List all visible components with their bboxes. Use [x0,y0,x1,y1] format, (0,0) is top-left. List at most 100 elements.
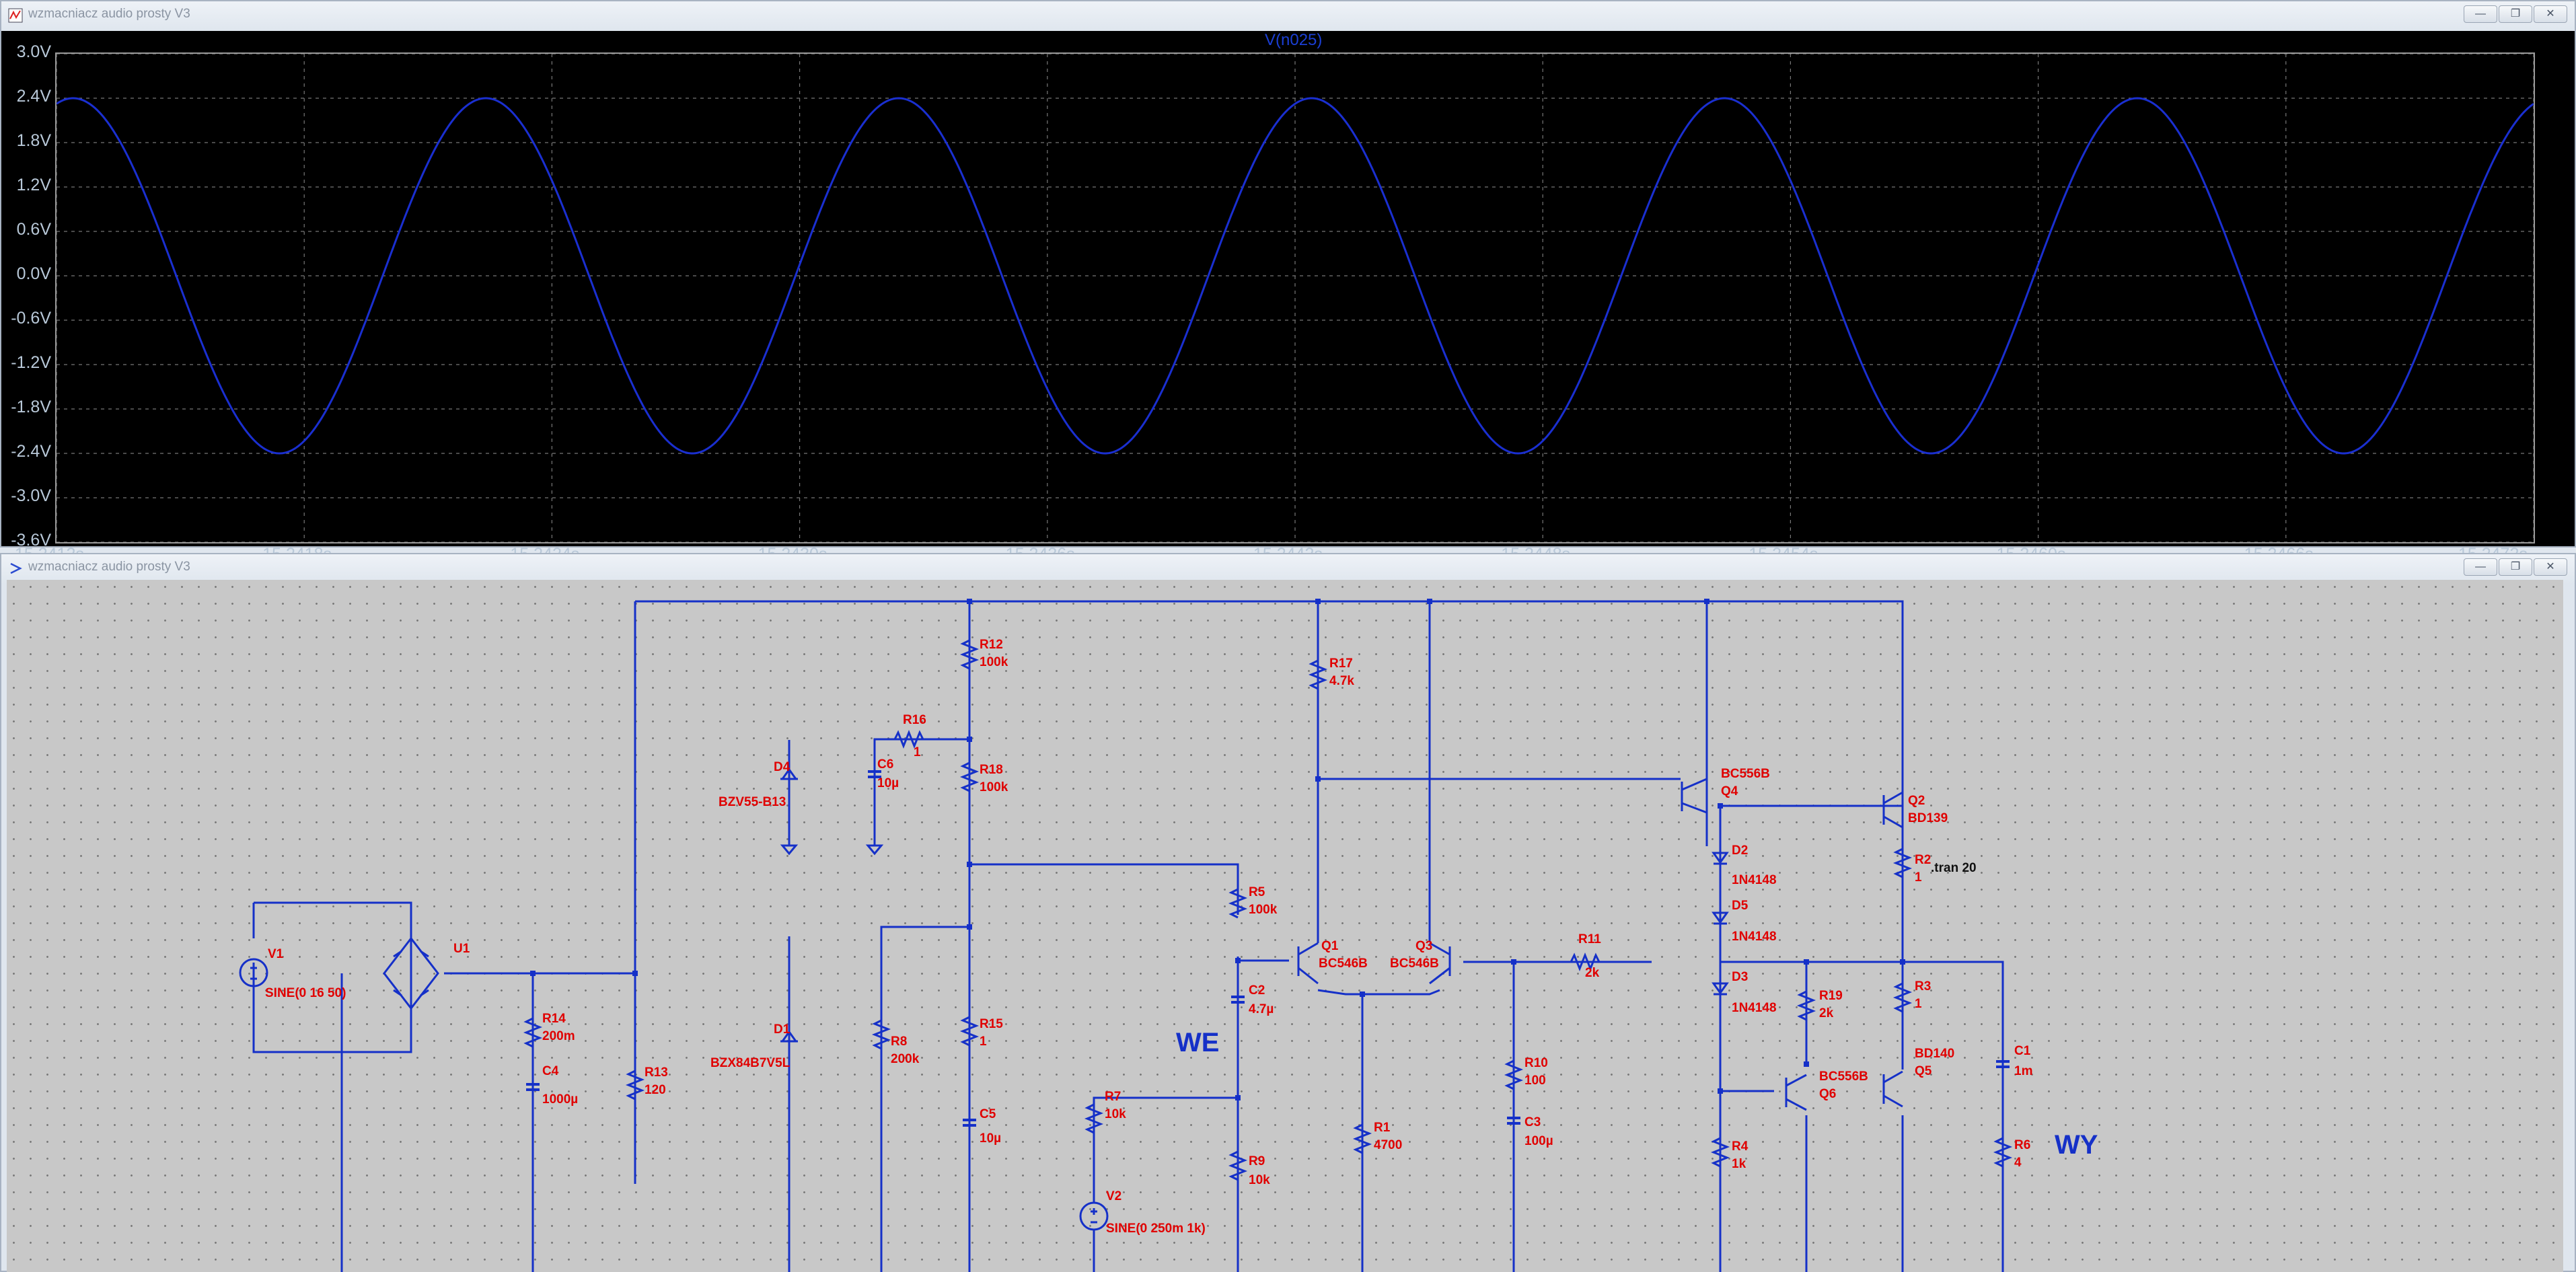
r6-value[interactable]: 4 [2014,1156,2022,1170]
r2-name[interactable]: R2 [1915,853,1931,868]
q6-value[interactable]: BC556B [1819,1070,1868,1084]
q1-name[interactable]: Q1 [1321,939,1338,954]
r12-value[interactable]: 100k [980,655,1008,670]
c5-value[interactable]: 10µ [980,1131,1001,1146]
r5-value[interactable]: 100k [1249,903,1277,918]
r19-value[interactable]: 2k [1819,1006,1833,1021]
r14-value[interactable]: 200m [542,1029,575,1044]
r17-name[interactable]: R17 [1329,657,1353,671]
r18-name[interactable]: R18 [980,763,1003,778]
r1-value[interactable]: 4700 [1374,1138,1402,1153]
c3-name[interactable]: C3 [1524,1115,1541,1130]
r1-name[interactable]: R1 [1374,1121,1390,1135]
c6-value[interactable]: 10µ [877,776,899,791]
r11-value[interactable]: 2k [1585,966,1599,981]
c3-value[interactable]: 100µ [1524,1134,1553,1149]
schematic-minimize-button[interactable]: — [2464,558,2497,576]
q2-value[interactable]: BD139 [1908,811,1948,826]
r7-name[interactable]: R7 [1105,1090,1121,1105]
c4-value[interactable]: 1000µ [542,1092,578,1107]
d2-name[interactable]: D2 [1732,844,1748,858]
plot-area[interactable] [55,52,2535,544]
d5-value[interactable]: 1N4148 [1732,930,1777,944]
c2-name[interactable]: C2 [1249,983,1265,998]
q6-name[interactable]: Q6 [1819,1087,1836,1102]
d3-value[interactable]: 1N4148 [1732,1001,1777,1016]
minimize-button[interactable]: — [2464,5,2497,23]
q3-name[interactable]: Q3 [1415,939,1432,954]
y-tick-label: -1.2V [11,353,51,372]
r13-value[interactable]: 120 [645,1083,666,1098]
spice-directive[interactable]: .tran 20 [1931,861,1977,876]
r17-value[interactable]: 4.7k [1329,674,1354,689]
close-button[interactable]: ✕ [2534,5,2567,23]
schematic-restore-button[interactable]: ❐ [2499,558,2532,576]
r13-name[interactable]: R13 [645,1065,668,1080]
r9-name[interactable]: R9 [1249,1154,1265,1169]
v1-name[interactable]: V1 [268,947,283,962]
waveform-titlebar[interactable]: wzmacniacz audio prosty V3 — ❐ ✕ [1,1,2575,31]
v1-value[interactable]: SINE(0 16 50) [265,986,346,1001]
r16-value[interactable]: 1 [914,745,921,760]
r15-name[interactable]: R15 [980,1017,1003,1032]
r3-name[interactable]: R3 [1915,979,1931,994]
waveform-window: wzmacniacz audio prosty V3 — ❐ ✕ V(n025)… [0,0,2576,564]
r4-name[interactable]: R4 [1732,1139,1748,1154]
r9-value[interactable]: 10k [1249,1173,1270,1188]
y-tick-label: -1.8V [11,398,51,416]
r4-value[interactable]: 1k [1732,1157,1746,1172]
input-net-label[interactable]: WE [1176,1028,1219,1058]
v2-name[interactable]: V2 [1106,1189,1121,1204]
y-tick-label: 0.6V [16,220,51,239]
y-tick-label: -3.0V [11,486,51,505]
u1-name[interactable]: U1 [453,942,470,957]
r10-value[interactable]: 100 [1524,1074,1546,1088]
schematic-canvas[interactable]: V1 SINE(0 16 50) U1 R14 200m C4 1000µ R1… [7,580,2563,1272]
r8-value[interactable]: 200k [891,1052,919,1067]
q4-value[interactable]: BC556B [1721,767,1770,782]
r15-value[interactable]: 1 [980,1035,987,1049]
q5-name[interactable]: Q5 [1915,1064,1931,1079]
schematic-close-button[interactable]: ✕ [2534,558,2567,576]
waveform-app-icon [8,8,23,23]
d5-name[interactable]: D5 [1732,899,1748,913]
v2-value[interactable]: SINE(0 250m 1k) [1106,1222,1206,1236]
q1-value[interactable]: BC546B [1319,957,1368,971]
r5-name[interactable]: R5 [1249,885,1265,900]
r12-name[interactable]: R12 [980,638,1003,652]
r7-value[interactable]: 10k [1105,1107,1126,1122]
q2-name[interactable]: Q2 [1908,794,1925,809]
d2-value[interactable]: 1N4148 [1732,873,1777,888]
r18-value[interactable]: 100k [980,780,1008,795]
q4-name[interactable]: Q4 [1721,784,1738,799]
c5-name[interactable]: C5 [980,1107,996,1122]
d4-value[interactable]: BZV55-B13 [719,795,786,810]
restore-button[interactable]: ❐ [2499,5,2532,23]
r16-name[interactable]: R16 [903,713,926,728]
r11-name[interactable]: R11 [1578,932,1601,947]
d1-value[interactable]: BZX84B7V5L [710,1056,790,1071]
q3-value[interactable]: BC546B [1390,957,1439,971]
r3-value[interactable]: 1 [1915,997,1922,1012]
r8-name[interactable]: R8 [891,1035,907,1049]
r10-name[interactable]: R10 [1524,1056,1548,1071]
d4-name[interactable]: D4 [774,760,790,775]
c1-value[interactable]: 1m [2014,1064,2032,1079]
r2-value[interactable]: 1 [1915,870,1922,885]
output-net-label[interactable]: WY [2055,1130,2098,1160]
c2-value[interactable]: 4.7µ [1249,1002,1274,1017]
r6-name[interactable]: R6 [2014,1138,2030,1153]
r14-name[interactable]: R14 [542,1012,566,1026]
q5-value[interactable]: BD140 [1915,1047,1954,1061]
plot-pane[interactable]: V(n025) 3.0V 2.4V 1.8V 1.2V 0.6V 0.0V -0.6V -1.… [1,31,2575,564]
y-tick-label: -0.6V [11,309,51,328]
c6-name[interactable]: C6 [877,757,893,772]
d3-name[interactable]: D3 [1732,970,1748,985]
trace-label[interactable]: V(n025) [1265,31,1322,50]
c1-name[interactable]: C1 [2014,1044,2030,1059]
schematic-window-title: wzmacniacz audio prosty V3 [28,560,190,574]
c4-name[interactable]: C4 [542,1064,558,1079]
d1-name[interactable]: D1 [774,1022,790,1037]
r19-name[interactable]: R19 [1819,989,1843,1004]
y-tick-label: 2.4V [16,87,51,106]
